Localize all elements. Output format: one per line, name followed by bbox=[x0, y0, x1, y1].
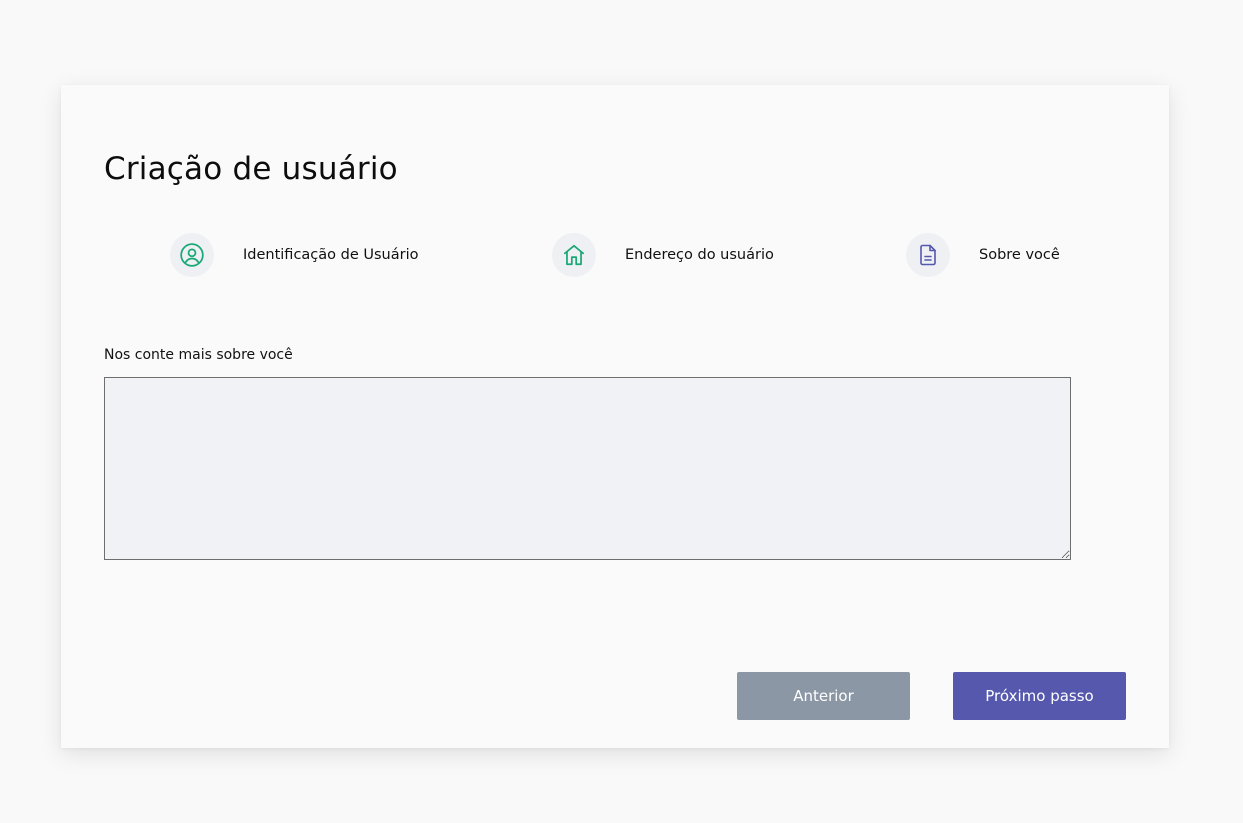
about-textarea[interactable] bbox=[104, 377, 1071, 560]
previous-button[interactable]: Anterior bbox=[737, 672, 910, 720]
next-step-button[interactable]: Próximo passo bbox=[953, 672, 1126, 720]
step-about-you[interactable]: Sobre você bbox=[906, 233, 1060, 277]
user-creation-card: Criação de usuário Identificação de Usuá… bbox=[61, 85, 1169, 748]
step-user-identification[interactable]: Identificação de Usuário bbox=[170, 233, 418, 277]
step-label-user-identification: Identificação de Usuário bbox=[243, 247, 419, 263]
page-title: Criação de usuário bbox=[104, 151, 398, 187]
step-label-about-you: Sobre você bbox=[979, 247, 1060, 263]
user-circle-icon bbox=[170, 233, 214, 277]
home-icon bbox=[552, 233, 596, 277]
about-field-label: Nos conte mais sobre você bbox=[104, 347, 293, 363]
step-label-user-address: Endereço do usuário bbox=[625, 247, 774, 263]
document-icon bbox=[906, 233, 950, 277]
step-user-address[interactable]: Endereço do usuário bbox=[552, 233, 774, 277]
